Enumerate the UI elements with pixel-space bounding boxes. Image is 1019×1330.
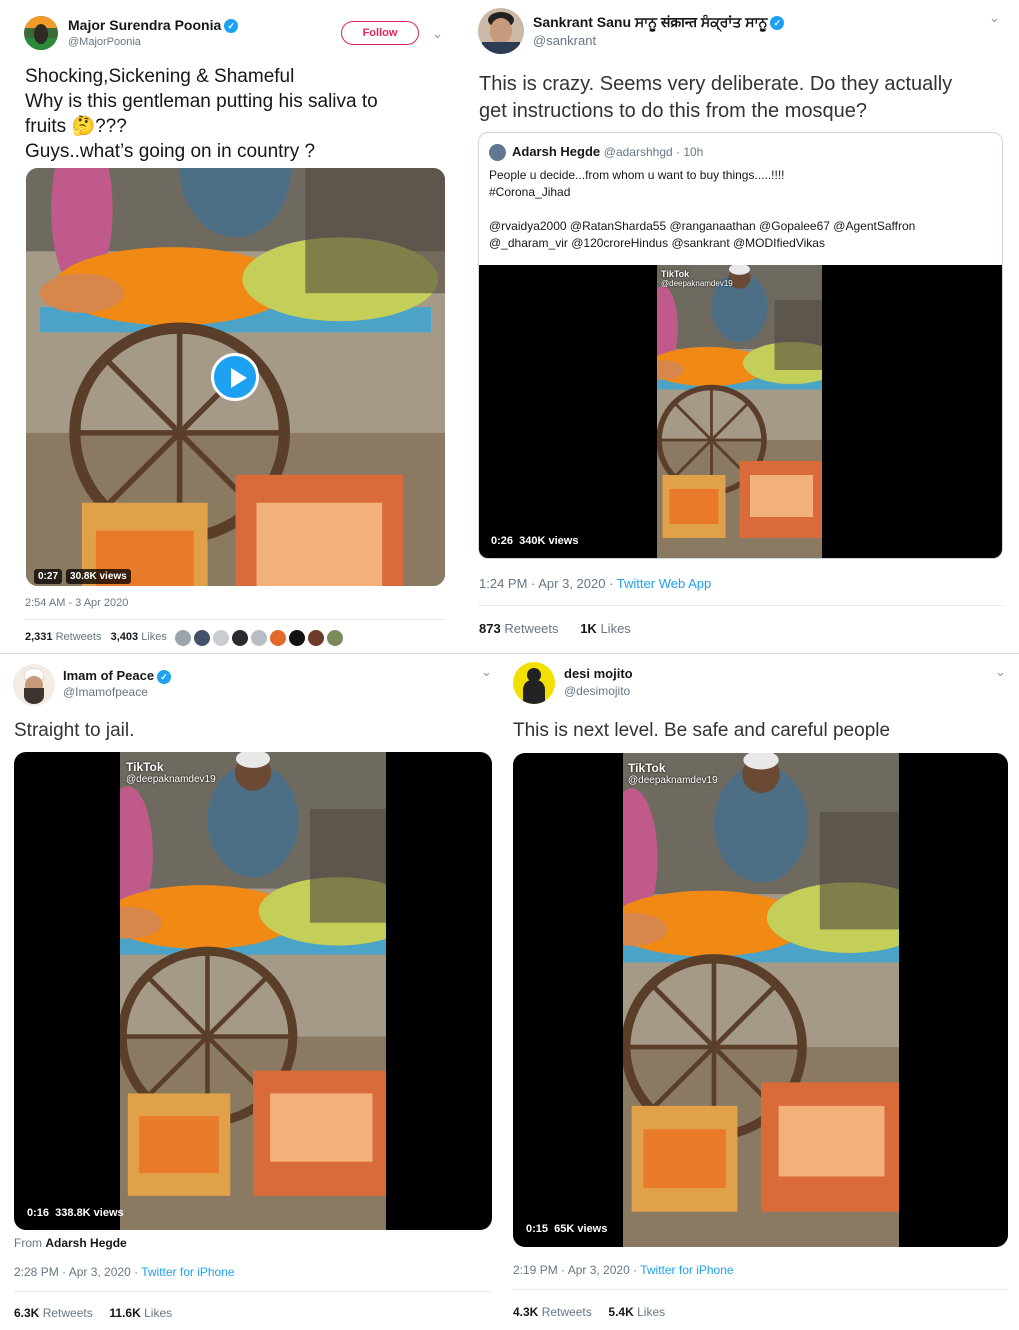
video-badges: 0:16 338.8K views bbox=[27, 1207, 124, 1219]
tweet-card-imam: Imam of Peace ✓ @Imamofpeace ⌄ Straight t… bbox=[0, 654, 504, 1330]
video-frame bbox=[657, 265, 822, 559]
author-name-text[interactable]: Sankrant Sanu ਸਾਨੂ संक्रान्त ਸੰਕ੍ਰਾਂਤ ਸਾ… bbox=[533, 14, 767, 30]
avatar[interactable] bbox=[513, 662, 555, 704]
quote-line: #Corona_Jihad bbox=[489, 185, 571, 199]
video-duration: 0:26 bbox=[491, 535, 514, 547]
liker-avatars[interactable] bbox=[175, 630, 343, 646]
author-handle[interactable]: @MajorPoonia bbox=[68, 36, 141, 48]
tweet-text: This is next level. Be safe and careful … bbox=[513, 720, 891, 741]
author-name[interactable]: Sankrant Sanu ਸਾਨੂ संक्रान्त ਸੰਕ੍ਰਾਂਤ ਸਾ… bbox=[533, 13, 785, 32]
tweet-timestamp[interactable]: 2:28 PM · Apr 3, 2020 · Twitter for iPho… bbox=[14, 1265, 235, 1279]
video-views: 340K views bbox=[519, 535, 579, 547]
video-badges: 0:27 30.8K views bbox=[34, 566, 135, 584]
video-views: 30.8K views bbox=[66, 569, 131, 584]
tweet-line: This is crazy. Seems very deliberate. Do… bbox=[479, 73, 953, 95]
video-player[interactable]: TikTok @deepaknamdev19 0:15 65K views bbox=[513, 753, 1008, 1247]
video-player[interactable]: 0:27 30.8K views bbox=[26, 168, 445, 586]
quote-line: @rvaidya2000 @RatanSharda55 @ranganaatha… bbox=[489, 219, 916, 233]
avatar[interactable] bbox=[478, 8, 524, 54]
author-name[interactable]: Major Surendra Poonia ✓ bbox=[68, 17, 239, 34]
retweet-count[interactable]: 4.3K Retweets bbox=[513, 1305, 592, 1319]
engagement-stats: 4.3K Retweets 5.4K Likes bbox=[513, 1305, 665, 1319]
video-frame bbox=[623, 753, 899, 1247]
avatar bbox=[489, 144, 506, 161]
engagement-stats: 2,331 Retweets 3,403 Likes bbox=[25, 631, 167, 643]
tweet-card-poonia: Major Surendra Poonia ✓ @MajorPoonia Foll… bbox=[0, 0, 462, 654]
author-name-text[interactable]: Imam of Peace bbox=[63, 668, 154, 683]
quote-line: @_dharam_vir @120croreHindus @sankrant @… bbox=[489, 236, 825, 250]
video-badges: 0:26 340K views bbox=[491, 535, 578, 547]
verified-badge-icon: ✓ bbox=[157, 669, 172, 684]
retweet-count[interactable]: 2,331 Retweets bbox=[25, 631, 101, 643]
video-duration: 0:15 bbox=[526, 1223, 549, 1235]
author-name-text[interactable]: Major Surendra Poonia bbox=[68, 17, 221, 33]
quote-text: People u decide...from whom u want to bu… bbox=[489, 167, 915, 252]
tiktok-watermark: TikTok @deepaknamdev19 bbox=[628, 761, 718, 786]
follow-button[interactable]: Follow bbox=[341, 21, 419, 45]
tweet-source-link[interactable]: Twitter for iPhone bbox=[640, 1263, 733, 1277]
chevron-down-icon[interactable]: ⌄ bbox=[432, 26, 443, 42]
verified-badge-icon: ✓ bbox=[224, 19, 239, 34]
tweet-line: Why is this gentleman putting his saliva… bbox=[25, 91, 378, 112]
tweet-line: fruits 🤔??? bbox=[25, 116, 127, 137]
tweet-text: Straight to jail. bbox=[14, 720, 135, 741]
verified-badge-icon: ✓ bbox=[770, 16, 785, 31]
video-frame bbox=[120, 752, 386, 1230]
avatar[interactable] bbox=[24, 16, 58, 50]
engagement-stats: 6.3K Retweets 11.6K Likes bbox=[14, 1306, 172, 1320]
like-count[interactable]: 5.4K Likes bbox=[608, 1305, 665, 1319]
like-count[interactable]: 3,403 Likes bbox=[111, 631, 167, 643]
author-handle[interactable]: @desimojito bbox=[564, 684, 630, 698]
tweet-card-sankrant: Sankrant Sanu ਸਾਨੂ संक्रान्त ਸੰਕ੍ਰਾਂਤ ਸਾ… bbox=[462, 0, 1019, 654]
tweet-card-desimojito: desi mojito @desimojito ⌄ This is next l… bbox=[504, 654, 1019, 1330]
video-attribution: From Adarsh Hegde bbox=[14, 1236, 127, 1250]
chevron-down-icon[interactable]: ⌄ bbox=[995, 664, 1006, 680]
tweet-timestamp[interactable]: 2:19 PM · Apr 3, 2020 · Twitter for iPho… bbox=[513, 1263, 734, 1277]
author-name[interactable]: Imam of Peace ✓ bbox=[63, 668, 172, 684]
video-player[interactable]: TikTok @deepaknamdev19 0:26 340K views bbox=[479, 265, 1002, 559]
tweet-line: Guys..what’s going on in country ? bbox=[25, 141, 316, 162]
video-badges: 0:15 65K views bbox=[526, 1223, 607, 1235]
video-duration: 0:16 bbox=[27, 1207, 50, 1219]
quote-author-name: Adarsh Hegde @adarshhgd · 10h bbox=[512, 144, 704, 159]
tweet-timestamp[interactable]: 2:54 AM - 3 Apr 2020 bbox=[25, 597, 128, 609]
like-count[interactable]: 11.6K Likes bbox=[109, 1306, 172, 1320]
divider bbox=[14, 1291, 492, 1292]
author-name[interactable]: desi mojito bbox=[564, 666, 633, 681]
tweet-line: Shocking,Sickening & Shameful bbox=[25, 66, 295, 87]
tweet-timestamp[interactable]: 1:24 PM · Apr 3, 2020 · Twitter Web App bbox=[479, 576, 711, 591]
video-views: 65K views bbox=[554, 1223, 608, 1235]
tweet-source-link[interactable]: Twitter for iPhone bbox=[141, 1265, 234, 1279]
retweet-count[interactable]: 873 Retweets bbox=[479, 621, 559, 636]
author-handle[interactable]: @Imamofpeace bbox=[63, 685, 148, 699]
quote-line: People u decide...from whom u want to bu… bbox=[489, 168, 785, 182]
tweet-source-link[interactable]: Twitter Web App bbox=[617, 576, 711, 591]
like-count[interactable]: 1K Likes bbox=[580, 621, 631, 636]
attribution-link[interactable]: Adarsh Hegde bbox=[45, 1236, 126, 1250]
quote-line bbox=[489, 201, 915, 218]
avatar[interactable] bbox=[13, 664, 55, 706]
tiktok-watermark: TikTok @deepaknamdev19 bbox=[126, 760, 216, 785]
video-duration: 0:27 bbox=[34, 569, 63, 584]
engagement-stats: 873 Retweets 1K Likes bbox=[479, 621, 631, 636]
tweet-line: get instructions to do this from the mos… bbox=[479, 100, 867, 122]
divider bbox=[513, 1289, 1008, 1290]
retweet-count[interactable]: 6.3K Retweets bbox=[14, 1306, 93, 1320]
divider bbox=[478, 605, 1003, 606]
tiktok-watermark: TikTok @deepaknamdev19 bbox=[661, 269, 733, 288]
chevron-down-icon[interactable]: ⌄ bbox=[989, 10, 1000, 26]
chevron-down-icon[interactable]: ⌄ bbox=[481, 664, 492, 680]
tweet-text: Shocking,Sickening & Shameful Why is thi… bbox=[25, 64, 378, 164]
divider bbox=[25, 619, 445, 620]
quoted-tweet[interactable]: Adarsh Hegde @adarshhgd · 10h People u d… bbox=[478, 132, 1003, 559]
author-handle[interactable]: @sankrant bbox=[533, 33, 596, 48]
tweet-text: This is crazy. Seems very deliberate. Do… bbox=[479, 71, 952, 125]
play-icon[interactable] bbox=[211, 353, 259, 401]
author-name-text[interactable]: desi mojito bbox=[564, 666, 633, 681]
video-player[interactable]: TikTok @deepaknamdev19 0:16 338.8K views bbox=[14, 752, 492, 1230]
video-views: 338.8K views bbox=[55, 1207, 124, 1219]
